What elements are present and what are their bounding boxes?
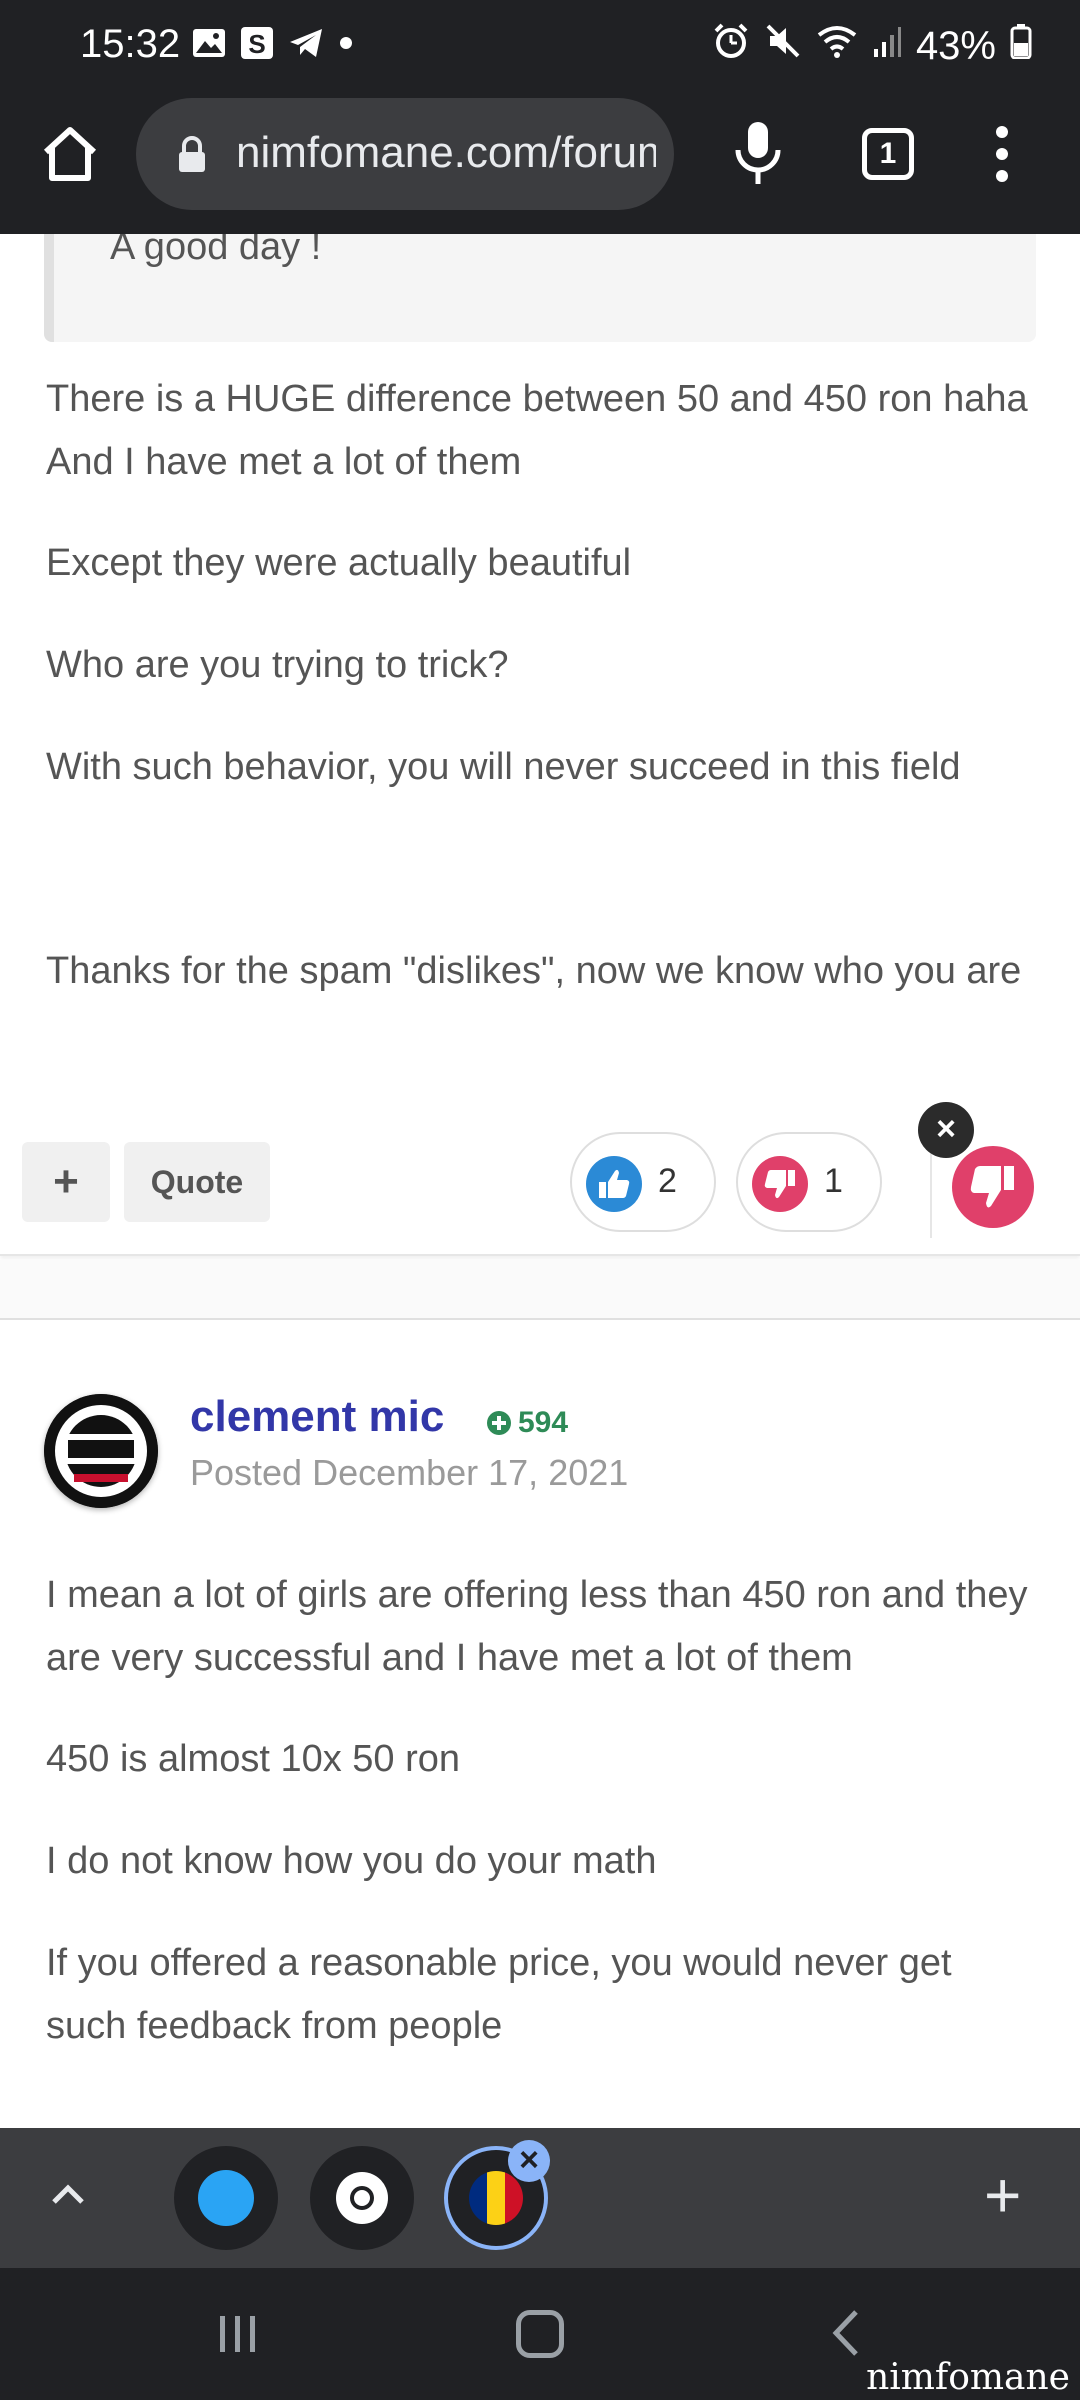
post-actions: + Quote 2 1 × (0, 1102, 1080, 1256)
svg-text:S: S (248, 29, 265, 59)
battery-percent: 43% (915, 23, 996, 68)
system-nav-bar: nimfomane (0, 2268, 1080, 2400)
alarm-icon (712, 22, 750, 70)
mute-icon (764, 22, 802, 70)
back-icon (832, 2310, 858, 2356)
tab-strip: × + (0, 2128, 1080, 2268)
notification-icons: S (192, 26, 354, 65)
address-bar[interactable]: nimfomane.com/forum (136, 98, 674, 210)
post-paragraph: Thanks for the spam "dislikes", now we k… (46, 950, 1022, 992)
page-content: A good day ! There is a HUGE difference … (0, 234, 1080, 2128)
dislike-count: 1 (824, 1162, 843, 1200)
thumbs-down-icon (752, 1156, 808, 1217)
post-paragraph: Who are you trying to trick? (46, 644, 509, 686)
post-paragraph: 450 is almost 10x 50 ron (46, 1738, 461, 1780)
post-date: Posted December 17, 2021 (190, 1452, 629, 1493)
watermark-logo: nimfomane (866, 2357, 1070, 2398)
post-paragraph: With such behavior, you will never succe… (46, 746, 961, 788)
dislike-reaction[interactable]: 1 (736, 1132, 882, 1232)
mic-icon (735, 122, 781, 184)
author-name[interactable]: clement mic (190, 1392, 444, 1442)
voice-search-button[interactable] (730, 118, 786, 195)
browser-toolbar: nimfomane.com/forum 1 (0, 92, 1080, 234)
like-reaction[interactable]: 2 (570, 1132, 716, 1232)
thumbs-down-icon (952, 1146, 1034, 1228)
gallery-icon (192, 28, 226, 63)
menu-button[interactable] (990, 122, 1014, 191)
avatar[interactable] (44, 1394, 158, 1508)
home-icon (43, 127, 97, 181)
post-paragraph: If you offered a reasonable price, you w… (46, 1942, 952, 2047)
home-nav-button[interactable] (516, 2310, 564, 2358)
recents-icon (220, 2316, 255, 2352)
lock-icon (176, 136, 208, 179)
expand-tabs-button[interactable] (44, 2170, 92, 2223)
post-paragraph: I mean a lot of girls are offering less … (46, 1574, 1028, 1679)
battery-icon (1010, 23, 1032, 69)
dislike-button[interactable] (952, 1146, 1034, 1233)
post-paragraph: Except they were actually beautiful (46, 542, 632, 584)
back-button[interactable] (826, 2308, 866, 2363)
new-tab-button[interactable]: + (984, 2158, 1021, 2232)
post-separator (0, 1260, 1080, 1320)
more-vert-icon (996, 126, 1008, 182)
status-bar: 15:32 S 43% (0, 0, 1080, 92)
plus-circle-icon (487, 1411, 511, 1435)
chevron-up-icon (52, 2184, 84, 2204)
url-text[interactable]: nimfomane.com/forum (236, 128, 656, 178)
recent-apps-button[interactable] (216, 2312, 260, 2361)
app-favicon-icon (198, 2170, 254, 2226)
quote-block: A good day ! (44, 234, 1036, 342)
home-button[interactable] (38, 122, 102, 186)
thumbs-up-icon (586, 1156, 642, 1217)
system-icons: 43% (712, 22, 1032, 70)
quote-text: A good day ! (110, 234, 322, 268)
s-app-icon: S (240, 26, 274, 65)
reputation-badge: 594 (486, 1406, 568, 1440)
status-time: 15:32 (80, 22, 181, 66)
tab-thumbnail[interactable] (174, 2146, 278, 2250)
multiquote-button[interactable]: + (22, 1142, 110, 1222)
tab-thumbnail[interactable] (310, 2146, 414, 2250)
chrome-favicon-icon (336, 2172, 388, 2224)
romania-flag-icon (469, 2171, 523, 2225)
post-paragraph: There is a HUGE difference between 50 an… (46, 378, 1028, 483)
quote-button[interactable]: Quote (124, 1142, 270, 1222)
close-reaction-button[interactable]: × (918, 1102, 974, 1158)
telegram-icon (288, 27, 324, 64)
wifi-icon (816, 23, 858, 69)
close-tab-button[interactable]: × (508, 2140, 550, 2182)
signal-icon (872, 24, 902, 69)
like-count: 2 (658, 1162, 677, 1200)
tab-switcher-button[interactable]: 1 (862, 128, 914, 180)
dot-icon (338, 35, 354, 56)
post-paragraph: I do not know how you do your math (46, 1840, 657, 1882)
reputation-count: 594 (518, 1406, 569, 1439)
